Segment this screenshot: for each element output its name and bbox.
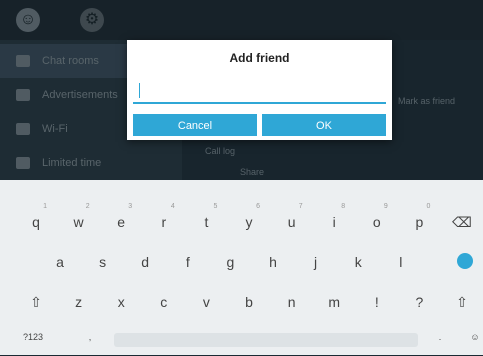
key-char: l — [399, 254, 403, 270]
key-hint: 6 — [256, 203, 260, 210]
key-char: q — [32, 214, 40, 230]
key-2-8[interactable]: ! — [359, 282, 395, 318]
key-char: t — [204, 214, 209, 230]
key-2-4[interactable]: v — [188, 282, 224, 318]
key-2-10[interactable]: ⇧ — [444, 282, 480, 318]
enter-key-icon[interactable] — [457, 253, 473, 269]
key-1-3[interactable]: f — [170, 242, 206, 278]
key-char: m — [328, 294, 341, 310]
key-char: w — [73, 214, 84, 230]
key-char: ⇧ — [30, 294, 42, 310]
key-2-3[interactable]: c — [146, 282, 182, 318]
key-1-8[interactable]: l — [383, 242, 419, 278]
key-hint: 8 — [341, 203, 346, 210]
key-char: z — [75, 294, 83, 310]
key-char: ☺ — [470, 332, 480, 342]
dialog-title: Add friend — [229, 51, 290, 65]
key-3-0[interactable]: ?123 — [18, 320, 48, 356]
key-char: k — [354, 254, 362, 270]
cancel-button[interactable]: Cancel — [133, 114, 257, 136]
key-char: ! — [374, 294, 379, 310]
key-2-2[interactable]: x — [103, 282, 139, 318]
key-2-6[interactable]: n — [274, 282, 310, 318]
key-2-5[interactable]: b — [231, 282, 267, 318]
key-hint: 7 — [298, 203, 303, 210]
text-cursor — [139, 83, 140, 98]
key-char: y — [245, 214, 253, 230]
key-char: ?123 — [22, 332, 44, 342]
key-3-3[interactable]: ☺ — [460, 320, 483, 356]
key-2-9[interactable]: ? — [401, 282, 437, 318]
key-hint: 0 — [426, 203, 431, 210]
key-0-10[interactable]: ⌫ — [444, 202, 480, 238]
key-0-4[interactable]: t5 — [188, 202, 224, 238]
key-0-0[interactable]: q1 — [18, 202, 54, 238]
key-0-9[interactable]: p0 — [401, 202, 437, 238]
key-1-6[interactable]: j — [298, 242, 334, 278]
key-3-2[interactable]: . — [425, 320, 455, 356]
key-char: ⌫ — [452, 214, 472, 230]
key-0-8[interactable]: o9 — [359, 202, 395, 238]
key-hint: 1 — [43, 203, 47, 210]
key-3-1[interactable]: , — [75, 320, 105, 356]
key-char: ⇧ — [456, 294, 468, 310]
key-0-6[interactable]: u7 — [274, 202, 310, 238]
key-char: r — [161, 214, 167, 230]
key-1-1[interactable]: s — [85, 242, 121, 278]
key-char: h — [269, 254, 277, 270]
key-char: f — [185, 254, 190, 270]
key-0-1[interactable]: w2 — [61, 202, 97, 238]
key-2-1[interactable]: z — [61, 282, 97, 318]
key-0-7[interactable]: i8 — [316, 202, 352, 238]
key-char: , — [88, 332, 92, 342]
key-2-0[interactable]: ⇧ — [18, 282, 54, 318]
key-1-2[interactable]: d — [127, 242, 163, 278]
key-hint: 5 — [213, 203, 218, 210]
key-2-7[interactable]: m — [316, 282, 352, 318]
key-char: u — [287, 214, 296, 230]
key-char: n — [287, 294, 296, 310]
key-char: . — [438, 332, 442, 342]
key-char: e — [117, 214, 126, 230]
key-char: g — [226, 254, 235, 270]
key-char: b — [245, 294, 253, 310]
key-1-4[interactable]: g — [212, 242, 248, 278]
add-friend-dialog: Add friend Cancel OK — [127, 40, 392, 140]
key-hint: 3 — [128, 203, 133, 210]
key-char: a — [56, 254, 64, 270]
key-hint: 9 — [383, 203, 388, 210]
key-char: c — [160, 294, 168, 310]
key-char: x — [117, 294, 125, 310]
key-hint: 4 — [170, 203, 175, 210]
friend-name-input[interactable] — [133, 76, 386, 104]
ok-button[interactable]: OK — [262, 114, 386, 136]
key-0-2[interactable]: e3 — [103, 202, 139, 238]
key-char: d — [141, 254, 150, 270]
key-char: j — [314, 254, 318, 270]
key-char: s — [99, 254, 107, 270]
key-hint: 2 — [85, 203, 90, 210]
key-char: ? — [415, 294, 424, 310]
key-1-0[interactable]: a — [42, 242, 78, 278]
key-char: i — [332, 214, 336, 230]
key-char: p — [415, 214, 424, 230]
soft-keyboard: q 1 w 2 e 3 r 4 t 5 y 6 u 7 i 8 o 9 p 0 ⌫ a s d f g h j k l ⇧ z x c v b n m!?… — [0, 180, 483, 355]
space-bar[interactable] — [114, 333, 418, 347]
key-char: v — [202, 294, 210, 310]
key-0-3[interactable]: r4 — [146, 202, 182, 238]
key-1-7[interactable]: k — [340, 242, 376, 278]
key-char: o — [372, 214, 381, 230]
key-1-5[interactable]: h — [255, 242, 291, 278]
key-0-5[interactable]: y6 — [231, 202, 267, 238]
